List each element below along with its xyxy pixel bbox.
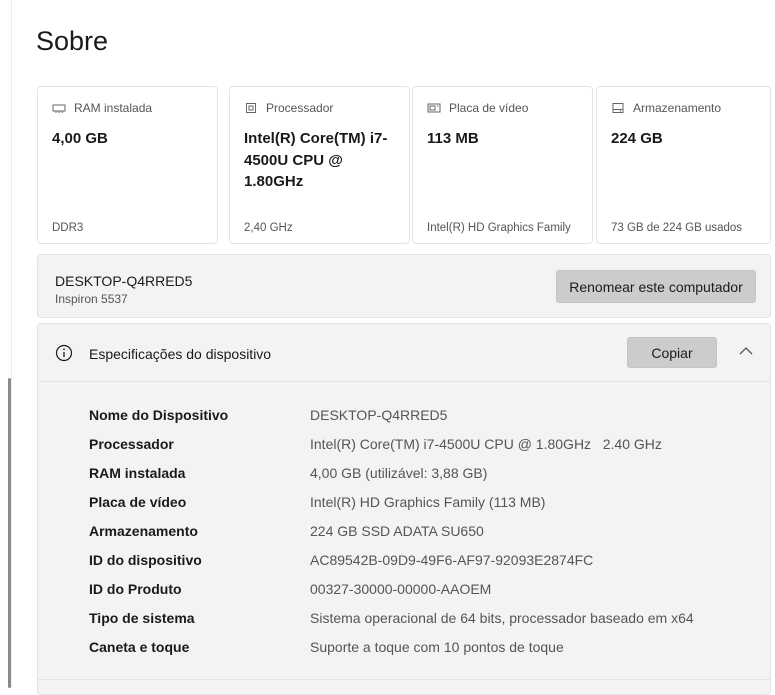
spec-value: AC89542B-09D9-49F6-AF97-92093E2874FC	[310, 552, 594, 568]
spec-key: RAM instalada	[89, 465, 186, 481]
card-value: 113 MB	[427, 130, 479, 147]
spec-value: 224 GB SSD ADATA SU650	[310, 523, 484, 539]
spec-value: Sistema operacional de 64 bits, processa…	[310, 610, 694, 626]
card-label: Processador	[266, 101, 334, 115]
spec-value: 4,00 GB (utilizável: 3,88 GB)	[310, 465, 488, 481]
card-subtext: 2,40 GHz	[244, 222, 293, 234]
spec-key: Processador	[89, 436, 174, 452]
chevron-up-icon[interactable]	[738, 346, 754, 356]
spec-key: Caneta e toque	[89, 639, 190, 655]
device-model: Inspiron 5537	[55, 292, 128, 306]
processor-card: Processador Intel(R) Core(TM) i7-4500U C…	[229, 86, 410, 244]
card-value: 224 GB	[611, 130, 663, 147]
rename-computer-button[interactable]: Renomear este computador	[556, 270, 756, 303]
card-header: Armazenamento	[611, 101, 721, 115]
spec-key: Nome do Dispositivo	[89, 407, 229, 423]
spec-value: Intel(R) Core(TM) i7-4500U CPU @ 1.80GHz…	[310, 436, 662, 452]
card-label: Placa de vídeo	[449, 101, 529, 115]
card-header: Processador	[244, 101, 333, 115]
card-subtext: DDR3	[52, 222, 84, 234]
graphics-card-icon	[427, 103, 441, 113]
card-subtext: 73 GB de 224 GB usados	[611, 222, 743, 234]
specifications-title: Especificações do dispositivo	[89, 346, 272, 362]
scrollbar-thumb[interactable]	[8, 378, 11, 688]
spec-value: 00327-30000-00000-AAOEM	[310, 581, 492, 597]
card-header: RAM instalada	[52, 101, 152, 115]
graphics-card: Placa de vídeo 113 MB Intel(R) HD Graphi…	[412, 86, 593, 244]
spec-value: Suporte a toque com 10 pontos de toque	[310, 639, 564, 655]
card-label: Armazenamento	[633, 101, 722, 115]
specifications-header[interactable]: Especificações do dispositivo Copiar	[38, 324, 770, 382]
storage-icon	[612, 103, 624, 113]
spec-value: Intel(R) HD Graphics Family (113 MB)	[310, 494, 546, 510]
info-icon	[55, 344, 73, 362]
ram-card: RAM instalada 4,00 GB DDR3	[37, 86, 218, 244]
device-name-section: DESKTOP-Q4RRED5 Inspiron 5537 Renomear e…	[37, 254, 771, 318]
card-label: RAM instalada	[74, 101, 153, 115]
spec-value: DESKTOP-Q4RRED5	[310, 407, 448, 423]
card-header: Placa de vídeo	[427, 101, 528, 115]
processor-icon	[246, 103, 256, 113]
copy-button[interactable]: Copiar	[627, 337, 717, 368]
device-name: DESKTOP-Q4RRED5	[55, 273, 193, 289]
spec-key: Tipo de sistema	[89, 610, 195, 626]
spec-key: ID do Produto	[89, 581, 182, 597]
spec-key: Placa de vídeo	[89, 494, 187, 510]
page-title: Sobre	[36, 26, 109, 56]
spec-key: ID do dispositivo	[89, 552, 202, 568]
card-value: Intel(R) Core(TM) i7-4500U CPU @ 1.80GHz	[244, 130, 388, 190]
ram-icon	[52, 104, 66, 113]
divider	[38, 679, 770, 680]
storage-card: Armazenamento 224 GB 73 GB de 224 GB usa…	[596, 86, 771, 244]
device-specifications-panel: Especificações do dispositivo Copiar Nom…	[37, 323, 771, 695]
card-value: 4,00 GB	[52, 130, 108, 147]
card-subtext: Intel(R) HD Graphics Family	[427, 222, 571, 234]
spec-key: Armazenamento	[89, 523, 198, 539]
scrollbar-track	[11, 0, 12, 688]
